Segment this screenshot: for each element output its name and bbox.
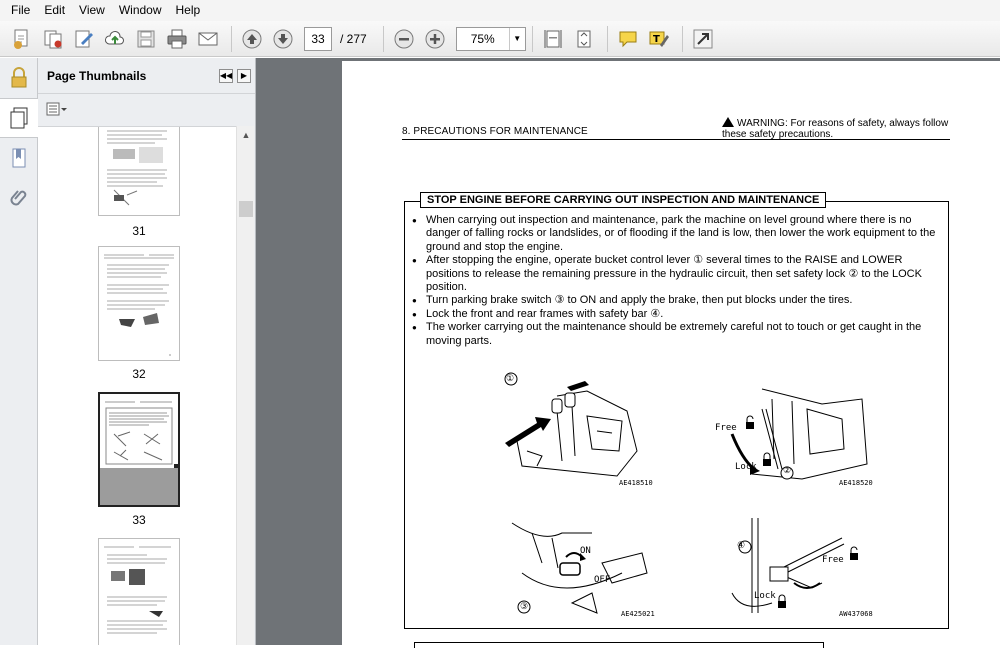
prev-page-icon[interactable] — [238, 25, 266, 53]
combine-icon[interactable] — [39, 25, 67, 53]
toolbar: 33 / 277 75% ▼ T — [0, 21, 1000, 57]
menu-file[interactable]: File — [4, 0, 37, 21]
figure-marker-2: ② — [783, 466, 792, 476]
warning-note: WARNING: For reasons of safety, always f… — [722, 117, 954, 140]
attachment-icon[interactable] — [0, 178, 38, 218]
figure-marker-1: ① — [506, 374, 515, 384]
pages-icon[interactable] — [0, 98, 38, 138]
page-number-input[interactable]: 33 — [304, 26, 332, 51]
fit-width-icon[interactable] — [570, 25, 598, 53]
edit-icon[interactable] — [70, 25, 98, 53]
bullet-item: When carrying out inspection and mainten… — [410, 214, 942, 254]
next-section-box — [414, 642, 824, 648]
chevron-down-icon[interactable]: ▼ — [508, 27, 525, 50]
bookmark-icon[interactable] — [0, 138, 38, 178]
toolbar-separator — [531, 25, 533, 52]
panel-title: Page Thumbnails — [47, 68, 147, 83]
menu-window[interactable]: Window — [112, 0, 169, 21]
document-view[interactable]: 8. PRECAUTIONS FOR MAINTENANCE WARNING: … — [256, 58, 1000, 648]
next-page-icon[interactable] — [269, 25, 297, 53]
options-menu-icon[interactable] — [46, 102, 70, 116]
page-thumbnail-selected[interactable] — [98, 392, 180, 507]
free-label: Free — [822, 555, 844, 565]
svg-text:T: T — [653, 34, 660, 45]
expand-right-icon[interactable]: ▶ — [237, 68, 251, 83]
zoom-out-icon[interactable] — [390, 25, 418, 53]
figure-control-lever — [504, 372, 638, 477]
scroll-thumb[interactable] — [239, 201, 253, 217]
menu-help[interactable]: Help — [169, 0, 208, 21]
thumbnail-page-number: 32 — [132, 367, 146, 381]
scroll-up-icon[interactable]: ▲ — [237, 126, 255, 144]
figure-safety-bar — [731, 518, 858, 613]
toolbar-separator — [681, 25, 683, 52]
thumbnail-scrollbar[interactable]: ▲ — [236, 126, 254, 645]
lock-icon[interactable] — [0, 58, 38, 98]
pdf-page: 8. PRECAUTIONS FOR MAINTENANCE WARNING: … — [342, 61, 1000, 648]
save-icon[interactable] — [132, 25, 160, 53]
free-label: Free — [715, 423, 737, 433]
toolbar-separator — [231, 25, 232, 52]
comment-icon[interactable] — [614, 25, 642, 53]
box-title: STOP ENGINE BEFORE CARRYING OUT INSPECTI… — [420, 192, 827, 208]
figure-marker-4: ④ — [737, 541, 746, 551]
figure-caption: AE418510 — [619, 479, 653, 487]
zoom-value: 75% — [470, 31, 495, 46]
page-thumbnail[interactable] — [98, 538, 180, 645]
warning-icon — [722, 117, 734, 127]
create-pdf-icon[interactable] — [8, 25, 36, 53]
fit-page-icon[interactable] — [539, 25, 567, 53]
bullet-item: Turn parking brake switch ③ to ON and ap… — [410, 294, 942, 308]
navigation-rail — [0, 58, 38, 645]
page-thumbnail[interactable] — [98, 246, 180, 361]
upload-cloud-icon[interactable] — [101, 25, 129, 53]
lock-label: Lock — [754, 591, 776, 601]
thumbnail-list: 31 32 33 — [38, 126, 236, 645]
thumbnail-page-number: 31 — [132, 224, 146, 238]
page-thumbnail[interactable] — [98, 127, 180, 216]
toolbar-separator — [606, 25, 608, 52]
warning-text: WARNING: For reasons of safety, always f… — [722, 118, 949, 140]
print-icon[interactable] — [163, 25, 191, 53]
page-total: / 277 — [340, 31, 367, 46]
figure-marker-3: ③ — [520, 602, 529, 612]
menu-edit[interactable]: Edit — [37, 0, 72, 21]
zoom-select[interactable]: 75% ▼ — [455, 26, 526, 51]
on-label: ON — [580, 546, 591, 556]
menu-view[interactable]: View — [72, 0, 112, 21]
figure-caption: AW437068 — [839, 610, 873, 618]
highlight-icon[interactable]: T — [645, 25, 673, 53]
toolbar-separator — [382, 25, 384, 52]
figure-caption: AE425021 — [621, 610, 655, 618]
bullet-item: The worker carrying out the maintenance … — [410, 321, 942, 348]
thumbnail-page-number: 33 — [132, 513, 146, 527]
zoom-in-icon[interactable] — [421, 25, 449, 53]
expand-icon[interactable] — [689, 25, 717, 53]
thumbnail-options — [38, 94, 255, 124]
thumbnails-header: Page Thumbnails ◀◀ ▶ — [38, 58, 255, 94]
lock-label: Lock — [735, 462, 757, 472]
off-label: OFF — [594, 575, 611, 585]
bullet-list: When carrying out inspection and mainten… — [410, 214, 942, 348]
thumbnails-panel: Page Thumbnails ◀◀ ▶ 31 32 33 ▲ — [38, 58, 256, 645]
figure-caption: AE418520 — [839, 479, 873, 487]
email-icon[interactable] — [194, 25, 222, 53]
bullet-item: After stopping the engine, operate bucke… — [410, 254, 942, 294]
section-header: 8. PRECAUTIONS FOR MAINTENANCE — [402, 126, 588, 137]
bullet-item: Lock the front and rear frames with safe… — [410, 308, 942, 322]
menu-bar: File Edit View Window Help — [0, 0, 1000, 21]
collapse-left-icon[interactable]: ◀◀ — [219, 68, 233, 83]
